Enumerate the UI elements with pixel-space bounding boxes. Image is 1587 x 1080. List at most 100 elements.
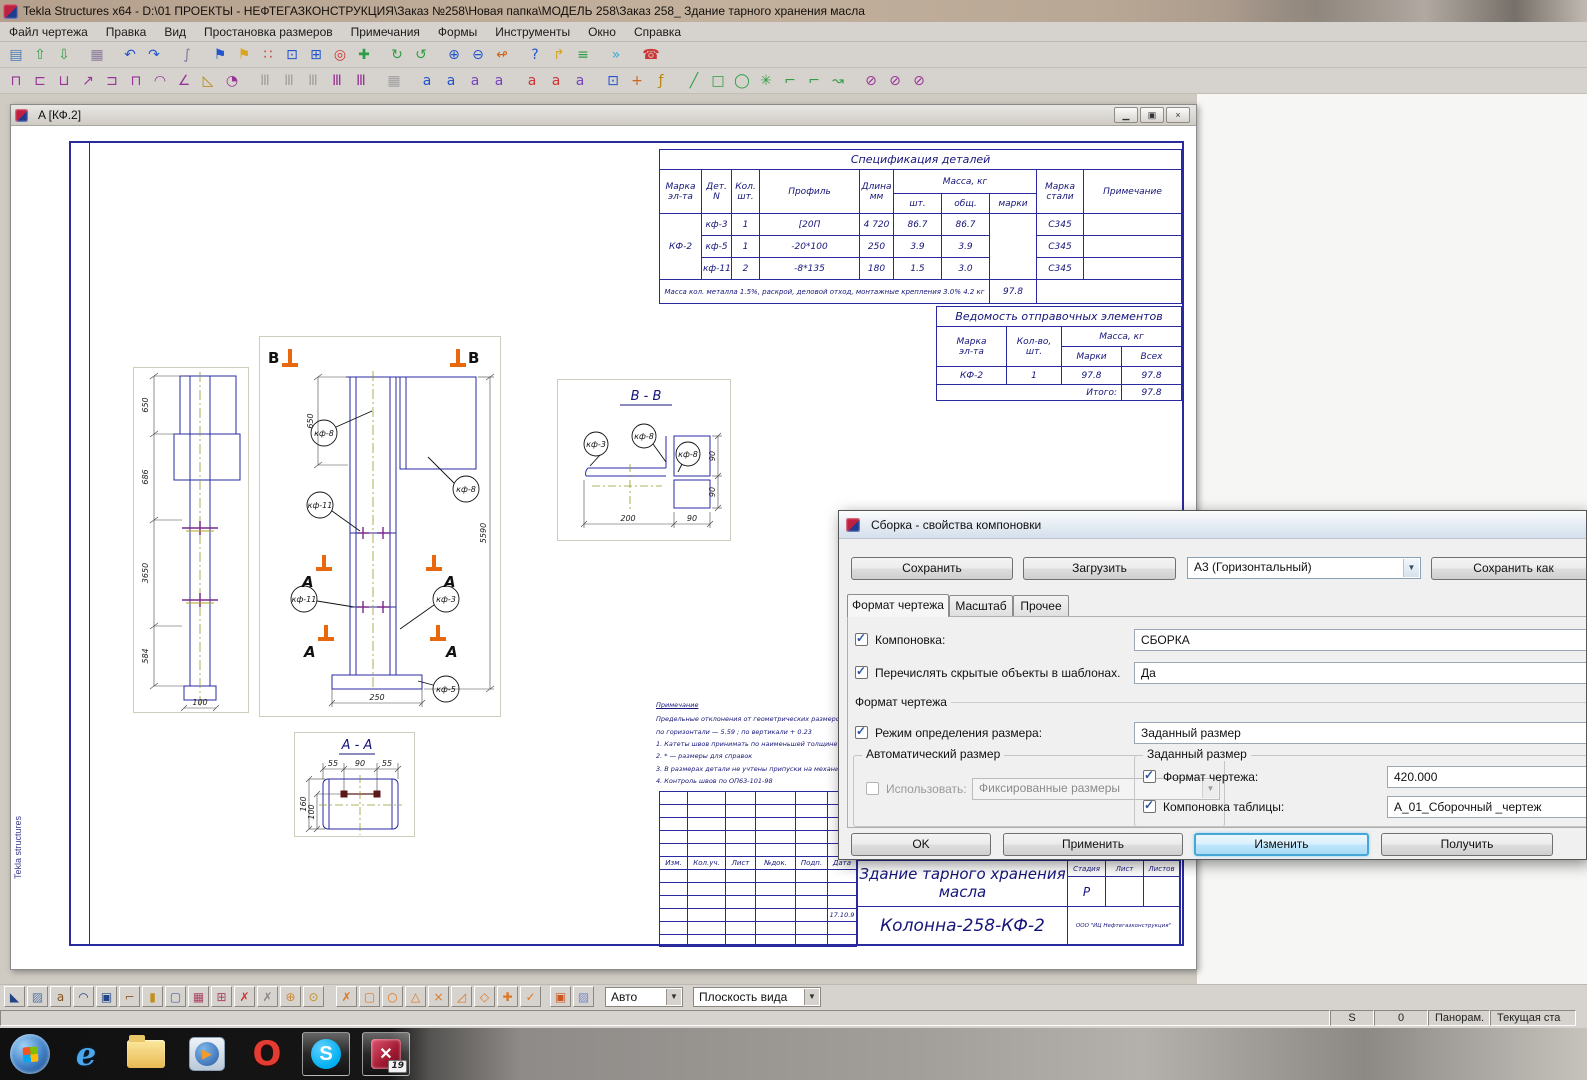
drawing-format-checkbox[interactable]: ✓	[1143, 770, 1156, 783]
draw-polygon-icon[interactable]: ⌐	[779, 70, 801, 92]
tab-drawing-format[interactable]: Формат чертежа	[847, 594, 949, 617]
use-checkbox[interactable]	[866, 782, 879, 795]
select-grid2-icon[interactable]: ⊞	[211, 986, 232, 1007]
center-view-icon[interactable]: ◎	[329, 44, 351, 66]
hidden-objects-checkbox[interactable]: ✓	[855, 666, 868, 679]
revision-table[interactable]: Изм. Кол.уч. Лист №док. Подп. Дата 17.10…	[659, 791, 857, 947]
note-text-icon[interactable]: a	[416, 70, 438, 92]
size-mode-checkbox[interactable]: ✓	[855, 726, 868, 739]
table-layout-field[interactable]: A_01_Сборочный _чертеж	[1387, 796, 1587, 818]
mark-text-icon[interactable]: a	[521, 70, 543, 92]
snap-line-icon[interactable]: ◇	[474, 986, 495, 1007]
report-icon[interactable]: ≡	[572, 44, 594, 66]
select-frame-icon[interactable]: ▢	[165, 986, 186, 1007]
snap-center-icon[interactable]: ○	[382, 986, 403, 1007]
delete-object-icon[interactable]: ⊘	[908, 70, 930, 92]
select-bolt-icon[interactable]: ⊕	[280, 986, 301, 1007]
load-button[interactable]: Загрузить	[1023, 557, 1176, 580]
apply-button[interactable]: Применить	[1003, 833, 1183, 856]
note-slanted2-icon[interactable]: a	[488, 70, 510, 92]
select-arc-icon[interactable]: ◠	[73, 986, 94, 1007]
view-main-assembly[interactable]: B B A A A A	[259, 336, 501, 717]
Правка[interactable]: Правка	[97, 23, 156, 41]
select-hatch-icon[interactable]: ▨	[27, 986, 48, 1007]
shipping-table[interactable]: Ведомость отправочных элементов Марка эл…	[936, 306, 1182, 401]
save-button[interactable]: Сохранить	[851, 557, 1013, 580]
snap-perpendicular-icon[interactable]: ◿	[451, 986, 472, 1007]
select-weld-icon[interactable]: ✗	[234, 986, 255, 1007]
snap-depth-combo[interactable]: Авто ▼	[605, 987, 683, 1007]
tab-other[interactable]: Прочее	[1013, 595, 1069, 617]
taskbar-tekla[interactable]: ✕ 19	[362, 1032, 410, 1076]
bolt-mark-icon[interactable]: ⚑	[209, 44, 231, 66]
taskbar-ie[interactable]: e	[64, 1035, 108, 1073]
snap-midpoint-icon[interactable]: △	[405, 986, 426, 1007]
draw-circle-icon[interactable]: ◯	[731, 70, 753, 92]
fit-view-icon[interactable]: ⊡	[281, 44, 303, 66]
dialog-titlebar[interactable]: Сборка - свойства компоновки	[839, 511, 1586, 539]
snap-nearest-icon[interactable]: ✚	[497, 986, 518, 1007]
start-button[interactable]	[10, 1034, 50, 1074]
dim-base-icon[interactable]: ⊐	[101, 70, 123, 92]
hidden-objects-field[interactable]: Да	[1134, 662, 1587, 684]
dim-curved-icon[interactable]: ◠	[149, 70, 171, 92]
layout-template-combo[interactable]: A3 (Горизонтальный) ▼	[1187, 557, 1421, 579]
draw-rect2-icon[interactable]: ⌐	[803, 70, 825, 92]
dim-clock-icon[interactable]: ◔	[221, 70, 243, 92]
dim-diagonal-icon[interactable]: ↗	[77, 70, 99, 92]
view-left-elevation[interactable]: 650 686 3650 584 100	[133, 367, 249, 713]
title-block[interactable]: Здание тарного хранения масла Стадия Лис…	[856, 859, 1181, 946]
drawing-window-titlebar[interactable]: A [КФ.2] ▁ ▣ ×	[11, 105, 1196, 126]
Файл чертежа[interactable]: Файл чертежа	[0, 23, 97, 41]
Окно[interactable]: Окно	[579, 23, 625, 41]
axis-dim-5-icon[interactable]: Ⅲ	[350, 70, 372, 92]
draw-line-icon[interactable]: ╱	[683, 70, 705, 92]
support-icon[interactable]: ☎	[640, 44, 662, 66]
axis-dim-3-icon[interactable]: Ⅲ	[302, 70, 324, 92]
taskbar-explorer[interactable]	[122, 1040, 170, 1068]
weld-mark-icon[interactable]: ⚑	[233, 44, 255, 66]
zoom-in-icon[interactable]: ⊕	[443, 44, 465, 66]
select-bar-icon[interactable]: ▮	[142, 986, 163, 1007]
taskbar-media-player[interactable]: ▶	[184, 1037, 230, 1071]
save-as-button[interactable]: Сохранить как	[1431, 557, 1587, 580]
create-view-icon[interactable]: ✚	[353, 44, 375, 66]
chevron-down-icon[interactable]: ▼	[666, 989, 681, 1005]
Справка[interactable]: Справка	[625, 23, 690, 41]
select-part-icon[interactable]: ▣	[96, 986, 117, 1007]
delete-line-icon[interactable]: ⊘	[860, 70, 882, 92]
grid-mark-icon[interactable]: ∷	[257, 44, 279, 66]
dim-vertical-icon[interactable]: ⊏	[29, 70, 51, 92]
save-drawing-icon[interactable]: ⇩	[53, 44, 75, 66]
ok-button[interactable]: OK	[851, 833, 991, 856]
draw-cloud-icon[interactable]: ↝	[827, 70, 849, 92]
undo-icon[interactable]: ↶	[119, 44, 141, 66]
whats-this-icon[interactable]: ?	[524, 44, 546, 66]
more-tools-icon[interactable]: »	[605, 44, 627, 66]
close-button[interactable]: ×	[1166, 107, 1190, 123]
redo-icon[interactable]: ↷	[143, 44, 165, 66]
restore-button[interactable]: ▣	[1140, 107, 1164, 123]
select-text-icon[interactable]: a	[50, 986, 71, 1007]
mark-slanted-icon[interactable]: a	[569, 70, 591, 92]
symbol-plus-icon[interactable]: +	[626, 70, 648, 92]
chevron-down-icon[interactable]: ▼	[1403, 559, 1419, 577]
snap-ref-icon[interactable]: ▣	[550, 986, 571, 1007]
snap-view-icon[interactable]: ▨	[573, 986, 594, 1007]
layout-field[interactable]: СБОРКА	[1134, 629, 1587, 651]
snap-any-icon[interactable]: ✓	[520, 986, 541, 1007]
draw-rect-icon[interactable]: □	[707, 70, 729, 92]
dim-free-icon[interactable]: ⊔	[53, 70, 75, 92]
axis-dim-1-icon[interactable]: Ⅲ	[254, 70, 276, 92]
Формы[interactable]: Формы	[429, 23, 486, 41]
update-all-icon[interactable]: ↺	[410, 44, 432, 66]
copy-drawing-icon[interactable]: ▤	[5, 44, 27, 66]
table-layout-checkbox[interactable]: ✓	[1143, 800, 1156, 813]
print-icon[interactable]: ▦	[86, 44, 108, 66]
tab-scale[interactable]: Масштаб	[949, 595, 1013, 617]
view-section-bb[interactable]: B - B	[557, 379, 731, 541]
Вид[interactable]: Вид	[155, 23, 195, 41]
select-grid-icon[interactable]: ▦	[188, 986, 209, 1007]
mark-text2-icon[interactable]: a	[545, 70, 567, 92]
dim-combine-icon[interactable]: ▦	[383, 70, 405, 92]
